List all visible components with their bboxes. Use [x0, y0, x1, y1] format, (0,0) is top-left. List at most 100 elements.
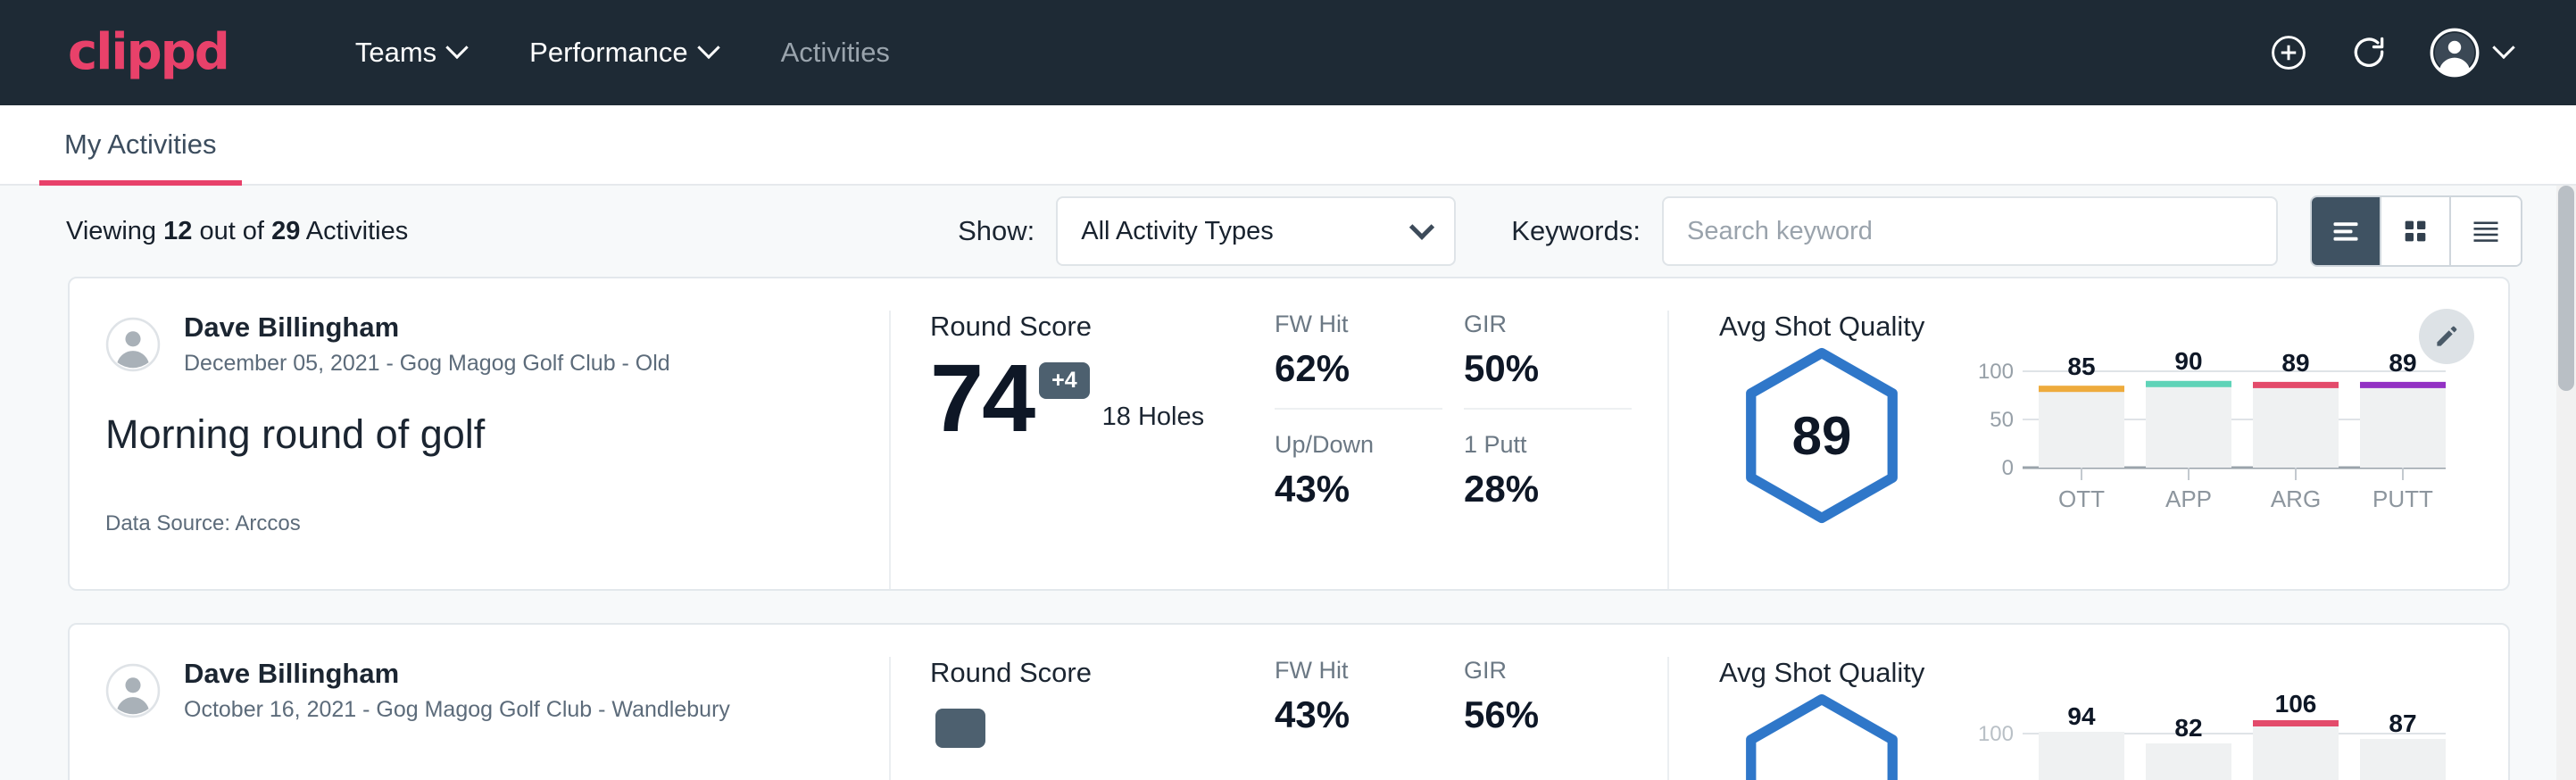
stat-value: 56% [1464, 693, 1632, 736]
stat-value: 43% [1275, 468, 1442, 510]
stat-gir: GIR 56% [1464, 657, 1632, 736]
search-input-wrapper[interactable] [1662, 196, 2278, 266]
activity-info-column: Dave Billingham December 05, 2021 - Gog … [70, 311, 891, 589]
view-mode-grid-button[interactable] [2381, 197, 2451, 265]
view-mode-compact-button[interactable] [2451, 197, 2521, 265]
round-score-value-row [930, 698, 1275, 748]
view-mode-list-button[interactable] [2312, 197, 2381, 265]
stat-value: 43% [1275, 693, 1442, 736]
svg-text:100: 100 [1978, 722, 2014, 746]
svg-text:OTT: OTT [2058, 485, 2105, 512]
nav-item-teams[interactable]: Teams [323, 37, 497, 69]
account-avatar-icon [2430, 28, 2480, 78]
viewing-count-text: Viewing 12 out of 29 Activities [66, 217, 408, 246]
stat-gir: GIR 50% [1464, 311, 1632, 390]
holes-played: 18 Holes [1102, 402, 1204, 432]
search-input[interactable] [1687, 217, 2253, 246]
main-nav-links: Teams Performance Activities [323, 37, 922, 69]
page-scrollbar-thumb[interactable] [2558, 186, 2574, 391]
svg-text:100: 100 [1978, 360, 2014, 384]
keywords-label: Keywords: [1511, 215, 1641, 247]
bar-chart-svg: 100 50 0 85 90 89 [1964, 346, 2464, 525]
round-score-label: Round Score [930, 311, 1275, 343]
shot-quality-bar-chart: 100 50 0 85 90 89 [1964, 346, 2464, 525]
activity-card-list: Dave Billingham December 05, 2021 - Gog … [0, 277, 2576, 780]
stat-value: 28% [1464, 468, 1632, 510]
tab-my-activities[interactable]: My Activities [39, 129, 242, 186]
tab-my-activities-label: My Activities [64, 129, 217, 160]
chevron-down-icon [445, 37, 468, 59]
show-label: Show: [958, 215, 1035, 247]
avg-shot-quality-label: Avg Shot Quality [1719, 657, 2508, 689]
stat-fw-hit: FW Hit 43% [1275, 657, 1442, 736]
stat-label: GIR [1464, 657, 1632, 685]
svg-text:90: 90 [2174, 347, 2202, 375]
filter-controls: Show: All Activity Types Keywords: [958, 195, 2522, 267]
round-score-column: Round Score 74 +4 18 Holes [891, 311, 1275, 589]
round-score-value-row: 74 +4 18 Holes [930, 352, 1275, 444]
pencil-icon [2433, 323, 2460, 350]
chevron-down-icon [2492, 37, 2514, 59]
activity-data-source: Data Source: Arccos [105, 511, 853, 536]
nav-right-actions [2269, 28, 2533, 78]
player-header: Dave Billingham December 05, 2021 - Gog … [105, 311, 853, 378]
svg-text:89: 89 [2281, 349, 2309, 377]
quality-hexagon-wrap [1719, 693, 1924, 780]
svg-text:0: 0 [2002, 456, 2014, 480]
compact-view-icon [2470, 215, 2502, 247]
stat-1-putt: 1 Putt 28% [1464, 408, 1632, 510]
svg-text:APP: APP [2165, 485, 2212, 512]
page-tab-bar: My Activities [0, 105, 2576, 186]
bar-chart-svg: 100 94 82 106 87 [1964, 693, 2464, 780]
activity-type-select[interactable]: All Activity Types [1056, 196, 1456, 266]
stat-label: FW Hit [1275, 657, 1442, 685]
view-mode-toggle-group [2310, 195, 2522, 267]
round-stats-column: FW Hit 43% GIR 56% [1275, 657, 1667, 780]
round-score-label: Round Score [930, 657, 1275, 689]
activity-card[interactable]: Dave Billingham October 16, 2021 - Gog M… [68, 623, 2510, 780]
nav-item-performance-label: Performance [529, 37, 687, 69]
avatar [105, 663, 161, 718]
avatar [105, 317, 161, 372]
page-scrollbar-track[interactable] [2556, 186, 2576, 780]
viewing-suffix: Activities [306, 217, 408, 245]
player-name: Dave Billingham [184, 657, 730, 692]
refresh-icon[interactable] [2349, 33, 2389, 72]
stat-up-down: Up/Down 43% [1275, 408, 1442, 510]
list-view-icon [2330, 215, 2362, 247]
quality-hexagon: 89 [1737, 346, 1907, 525]
stat-fw-hit: FW Hit 62% [1275, 311, 1442, 390]
nav-item-performance[interactable]: Performance [497, 37, 748, 69]
account-menu[interactable] [2430, 28, 2512, 78]
svg-text:PUTT: PUTT [2372, 485, 2433, 512]
viewing-middle: out of [199, 217, 264, 245]
score-to-par-badge: +4 [1039, 362, 1090, 399]
viewing-count: 12 [163, 217, 192, 245]
viewing-prefix: Viewing [66, 217, 156, 245]
round-score-value: 74 [930, 352, 1034, 444]
svg-text:87: 87 [2389, 709, 2416, 737]
activity-info-column: Dave Billingham October 16, 2021 - Gog M… [70, 657, 891, 780]
clippd-logo[interactable]: clippd [68, 28, 229, 78]
filter-toolbar: Viewing 12 out of 29 Activities Show: Al… [0, 186, 2576, 277]
activity-meta: December 05, 2021 - Gog Magog Golf Club … [184, 349, 670, 378]
stat-label: 1 Putt [1464, 431, 1632, 459]
nav-item-activities[interactable]: Activities [749, 37, 922, 69]
svg-text:89: 89 [2389, 349, 2416, 377]
quality-score-value: 89 [1792, 405, 1852, 467]
svg-text:85: 85 [2067, 353, 2095, 380]
edit-activity-button[interactable] [2419, 309, 2474, 364]
shot-quality-bar-chart: 100 94 82 106 87 [1964, 693, 2464, 780]
round-score-column: Round Score [891, 657, 1275, 780]
round-stats-column: FW Hit 62% GIR 50% Up/Down 43% 1 Putt 28… [1275, 311, 1667, 589]
main-content-area: Viewing 12 out of 29 Activities Show: Al… [0, 186, 2576, 780]
plus-circle-icon[interactable] [2269, 33, 2308, 72]
activity-card[interactable]: Dave Billingham December 05, 2021 - Gog … [68, 277, 2510, 591]
avg-shot-quality-column: Avg Shot Quality 100 [1667, 657, 2508, 780]
svg-text:82: 82 [2174, 714, 2202, 742]
grid-view-icon [2400, 216, 2431, 246]
nav-item-activities-label: Activities [781, 37, 890, 69]
player-name: Dave Billingham [184, 311, 670, 345]
viewing-total: 29 [271, 217, 300, 245]
top-navigation-bar: clippd Teams Performance Activities [0, 0, 2576, 105]
